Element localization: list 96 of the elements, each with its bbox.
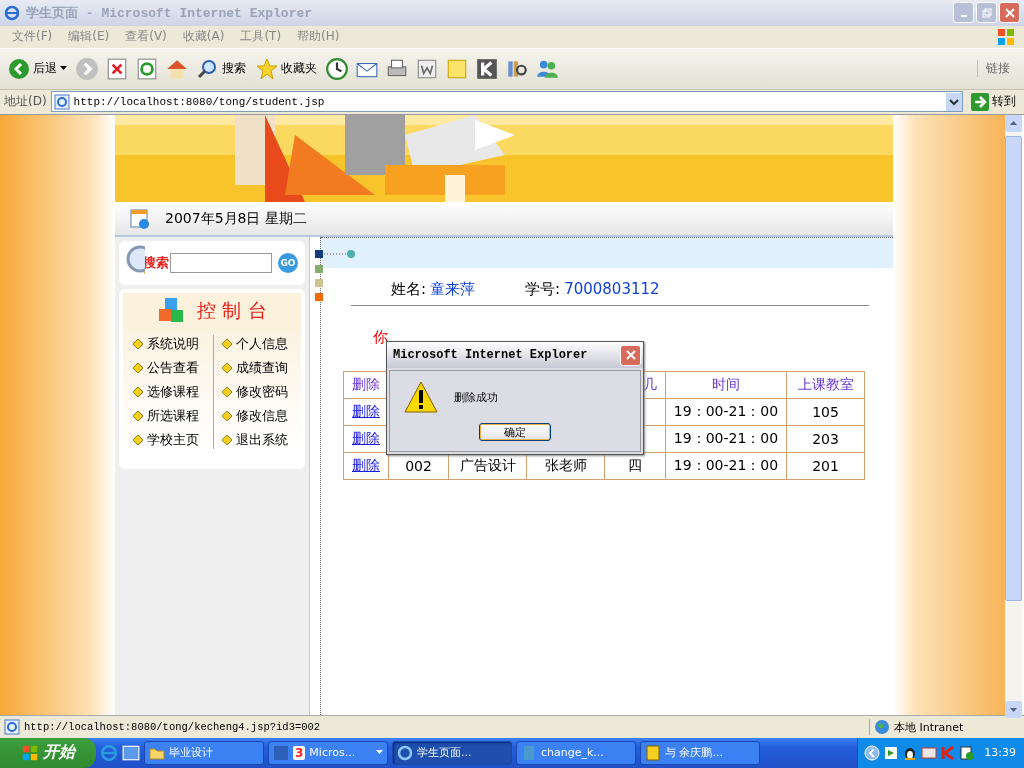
search-field[interactable] [170,253,272,274]
diamond-icon [221,411,232,422]
page-icon [4,719,20,736]
diamond-icon [133,411,143,422]
table-cell: 201 [812,458,839,475]
dropdown-icon[interactable] [946,92,962,111]
console-link[interactable]: 选修课程 [133,383,213,402]
window-title: 学生页面 - Microsoft Internet Explorer [26,4,314,22]
table-cell: 105 [812,404,839,421]
console-link[interactable]: 修改密码 [221,383,301,402]
status-url: http://localhost:8080/tong/kecheng4.jsp?id3=002 [24,721,322,734]
column-header: 几 [643,376,657,393]
diamond-icon [133,387,143,398]
console-link[interactable]: 公告查看 [133,359,213,378]
diamond-icon [133,363,143,374]
close-icon [625,350,636,361]
table-cell: 002 [405,458,432,475]
console-title: 控 制 台 [197,298,267,324]
diamond-icon [221,387,232,398]
notice-text: 你 [373,328,388,347]
tray-icon[interactable] [883,745,900,761]
taskbar-button[interactable]: change_k... [516,741,636,765]
caret-icon [376,750,383,756]
table-cell: 张老师 [544,457,587,474]
console-link[interactable]: 修改信息 [221,407,301,426]
table-cell: 19：00-21：00 [673,403,779,420]
start-button[interactable]: 开始 [0,738,96,768]
windows-logo-icon [21,744,39,762]
tray-icon[interactable] [959,745,976,761]
warning-icon [404,381,438,414]
dialog-message: 删除成功 [454,389,498,405]
diamond-icon [221,363,232,374]
close-icon [1004,7,1015,18]
go-button[interactable]: 转到 [967,92,1020,111]
zone-label: 本地 Intranet [894,719,964,735]
student-id: 7000803112 [564,280,660,299]
console-link[interactable]: 退出系统 [221,431,301,450]
console-link[interactable]: 个人信息 [221,335,301,354]
console-link[interactable]: 系统说明 [133,335,213,354]
minimize-icon [960,14,967,17]
calendar-icon [129,207,151,230]
student-id-label: 学号: [525,280,561,300]
star-icon [256,57,278,80]
table-cell: 203 [812,431,839,448]
close-button[interactable] [999,2,1020,24]
column-header: 删除 [352,376,380,393]
dialog-title: Microsoft Internet Explorer [393,348,588,363]
search-button[interactable]: 搜索 [195,55,248,82]
globe-icon [874,719,890,736]
column-header: 时间 [712,376,740,393]
table-cell: 四 [628,457,642,474]
column-header: 上课教室 [797,376,854,393]
address-label: 地址(D) [4,93,47,111]
tray-icon[interactable] [921,745,938,761]
table-cell: 广告设计 [459,457,516,474]
scroll-down-icon[interactable] [1005,701,1022,719]
diamond-icon [133,435,143,446]
date-text: 2007年5月8日 星期二 [165,209,307,228]
refresh-icon[interactable] [135,56,159,81]
scroll-up-icon[interactable] [1005,115,1022,133]
clock: 13:39 [984,746,1016,760]
history-icon[interactable] [325,56,349,81]
taskbar-button[interactable]: 学生页面... [392,741,512,765]
taskbar-button[interactable]: 与 余庆鹏... [640,741,760,765]
desktop-icon[interactable] [122,744,140,762]
folder-icon [149,745,165,761]
console-link[interactable]: 所选课程 [133,407,213,426]
diamond-icon [221,339,232,350]
caret-icon [60,66,67,72]
table-cell: 19：00-21：00 [673,457,779,474]
name-label: 姓名: [391,280,427,300]
console-link[interactable]: 学校主页 [133,431,213,450]
search-icon [197,57,219,80]
ok-button[interactable]: 确定 [479,423,551,442]
table-cell: 19：00-21：00 [673,430,779,447]
back-button[interactable]: 后退 [6,55,69,82]
browser-icon [4,4,20,21]
arrow-icon [971,92,989,111]
diamond-icon [133,339,143,350]
console-link[interactable]: 成绩查询 [221,359,301,378]
page-icon [53,93,70,110]
stop-icon[interactable] [105,56,129,81]
scrollbar[interactable] [1005,115,1022,719]
scroll-thumb[interactable] [1005,136,1022,602]
student-name: 童来萍 [430,280,476,300]
close-button[interactable] [620,344,641,366]
windows-logo-icon [996,26,1016,47]
address-field[interactable]: http://localhost:8080/tong/student.jsp [50,91,963,113]
links-label[interactable]: 链接 [977,60,1024,78]
favorites-button[interactable]: 收藏夹 [254,55,319,82]
k-logo-icon[interactable] [475,56,499,81]
taskbar-button[interactable]: 3 Micros... [268,741,388,765]
taskbar-button[interactable]: 毕业设计 [144,741,264,765]
restore-icon [981,7,992,18]
chevron-icon[interactable] [864,745,881,761]
diamond-icon [221,435,232,446]
